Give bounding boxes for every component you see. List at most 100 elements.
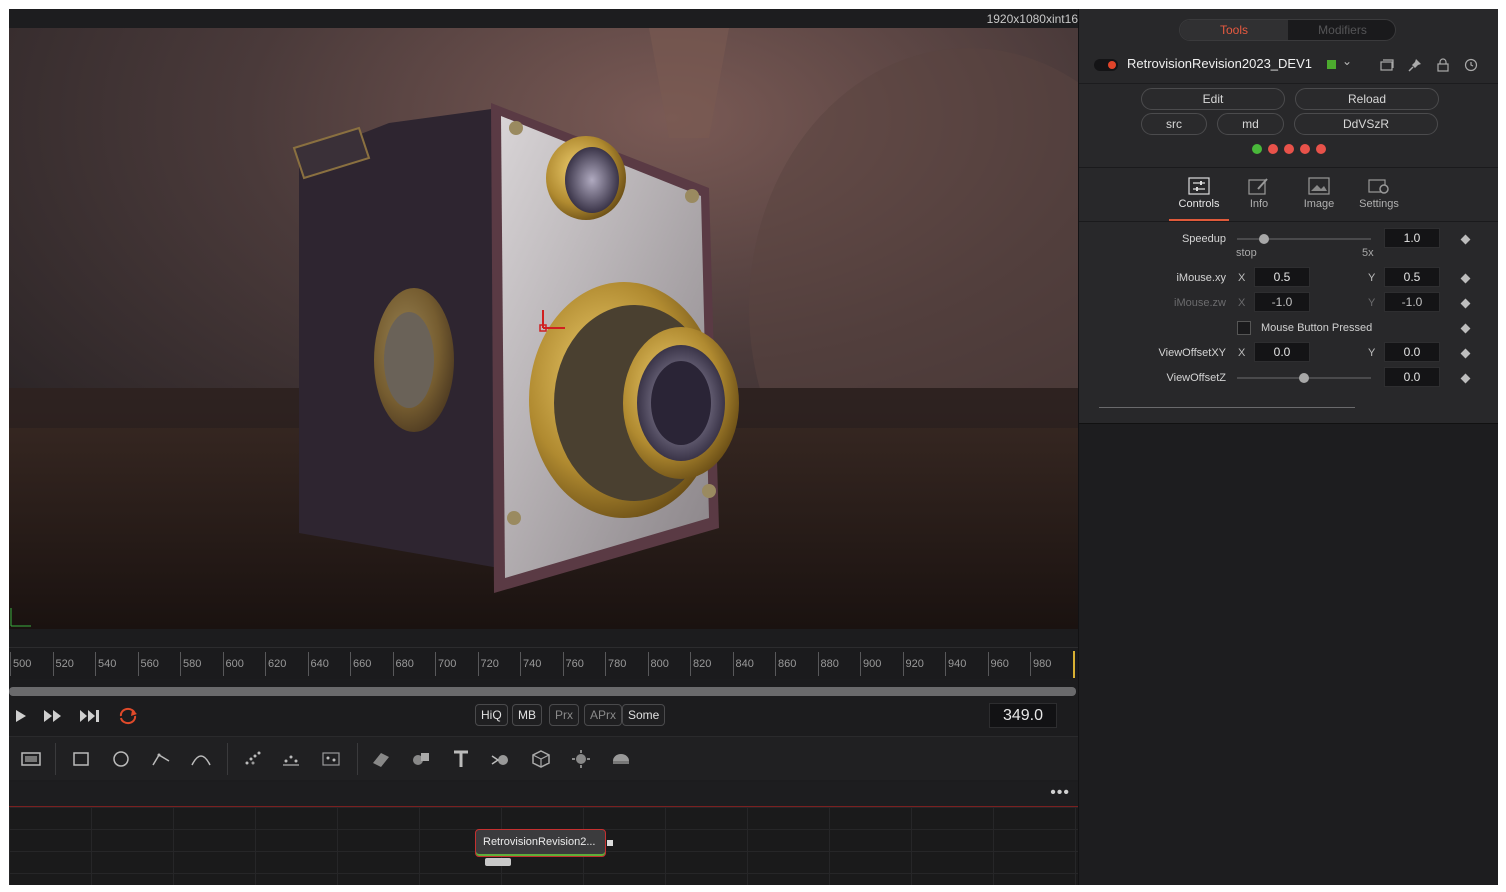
md-button[interactable]: md — [1217, 113, 1284, 135]
node-output-port[interactable] — [607, 840, 613, 846]
prx-button[interactable]: Prx — [549, 704, 579, 726]
info-edit-icon — [1248, 178, 1268, 195]
polygon-mask-icon[interactable] — [149, 747, 173, 771]
imouse-z-field[interactable]: -1.0 — [1254, 292, 1310, 312]
imouse-xy-label: iMouse.xy — [1176, 272, 1226, 284]
bspline-mask-icon[interactable] — [189, 747, 213, 771]
divider — [1099, 407, 1355, 408]
node-label: RetrovisionRevision2... — [483, 836, 596, 848]
view-offset-z-slider-handle[interactable] — [1299, 373, 1309, 383]
status-dot — [1268, 144, 1278, 154]
view-offset-y-field[interactable]: 0.0 — [1384, 342, 1440, 362]
tab-label: Controls — [1178, 198, 1220, 210]
tool-header: RetrovisionRevision2023_DEV1 ⌄ — [1079, 51, 1498, 81]
ruler-tick-label: 940 — [945, 652, 966, 676]
playhead[interactable] — [1073, 651, 1075, 678]
speedup-slider-handle[interactable] — [1258, 234, 1269, 244]
spotlight-icon[interactable] — [569, 747, 593, 771]
tool-color-swatch[interactable] — [1327, 60, 1336, 69]
ruler-tick-label: 660 — [350, 652, 371, 676]
edit-button[interactable]: Edit — [1141, 88, 1285, 110]
imouse-y-field[interactable]: 0.5 — [1384, 267, 1440, 287]
resolution-label: 1920x1080xint16 — [986, 12, 1078, 26]
ruler-tick-label: 520 — [52, 652, 74, 676]
particle-style-icon[interactable] — [319, 747, 343, 771]
keyframe-diamond-icon[interactable] — [1460, 323, 1471, 334]
mouse-button-checkbox[interactable] — [1237, 321, 1251, 335]
time-ruler[interactable]: 500 520 540 560 580 600 620 640 660 680 700 720 740 7… — [9, 647, 1078, 679]
ellipse-mask-icon[interactable] — [109, 747, 133, 771]
ruler-tick-label: 980 — [1030, 652, 1051, 676]
imouse-zw-label: iMouse.zw — [1174, 297, 1226, 309]
timeline-scrubber[interactable] — [9, 687, 1076, 696]
ruler-tick-label: 640 — [307, 652, 329, 676]
image-plane-3d-icon[interactable] — [369, 747, 393, 771]
imouse-w-field[interactable]: -1.0 — [1384, 292, 1440, 312]
speedup-field[interactable]: 1.0 — [1384, 228, 1440, 248]
fast-forward-icon[interactable] — [43, 709, 63, 723]
flow-node-editor[interactable]: RetrovisionRevision2... — [9, 807, 1078, 885]
text-3d-icon[interactable] — [449, 747, 473, 771]
loop-icon[interactable] — [117, 707, 139, 725]
reset-icon[interactable] — [1463, 57, 1479, 73]
node-input-ports[interactable] — [485, 858, 511, 866]
keyframe-diamond-icon[interactable] — [1460, 373, 1471, 384]
view-offset-z-field[interactable]: 0.0 — [1384, 367, 1440, 387]
ruler-tick-label: 880 — [817, 652, 839, 676]
flow-header: ••• — [9, 782, 1078, 807]
some-button[interactable]: Some — [622, 704, 666, 726]
tab-image[interactable]: Image — [1289, 177, 1349, 221]
tab-tools[interactable]: Tools — [1180, 20, 1288, 40]
toolbar-divider — [227, 743, 228, 775]
more-options-button[interactable]: ••• — [1050, 784, 1070, 802]
mb-button[interactable]: MB — [512, 704, 542, 726]
current-frame-field[interactable]: 349.0 — [989, 703, 1057, 728]
y-label: Y — [1368, 297, 1376, 309]
imouse-x-field[interactable]: 0.5 — [1254, 267, 1310, 287]
version-icon[interactable] — [1379, 57, 1395, 73]
rendered-camera-image[interactable] — [9, 28, 1078, 629]
particle-emitter-icon[interactable] — [241, 747, 265, 771]
keyframe-diamond-icon[interactable] — [1460, 298, 1471, 309]
keyframe-diamond-icon[interactable] — [1460, 234, 1471, 245]
ruler-tick-label: 740 — [520, 652, 541, 676]
tool-name: RetrovisionRevision2023_DEV1 — [1127, 56, 1312, 71]
tab-info[interactable]: Info — [1229, 177, 1289, 221]
speedup-slider[interactable] — [1237, 238, 1371, 240]
camera-3d-icon[interactable] — [609, 747, 633, 771]
shape-3d-icon[interactable] — [529, 747, 553, 771]
viewer[interactable]: 1920x1080xint16 — [9, 9, 1078, 629]
keyframe-diamond-icon[interactable] — [1460, 273, 1471, 284]
tab-controls[interactable]: Controls — [1169, 177, 1229, 221]
inspector-panel: Tools Modifiers RetrovisionRevision2023_… — [1078, 9, 1498, 885]
pin-icon[interactable] — [1407, 57, 1423, 73]
ruler-tick-label: 620 — [265, 652, 286, 676]
ruler-tick-label: 600 — [222, 652, 244, 676]
tab-settings[interactable]: Settings — [1349, 177, 1409, 221]
ruler-tick-label: 700 — [435, 652, 456, 676]
renderer-3d-icon[interactable] — [489, 747, 513, 771]
background-tool-icon[interactable] — [19, 747, 43, 771]
aprx-button[interactable]: APrx — [584, 704, 623, 726]
reload-button[interactable]: Reload — [1295, 88, 1439, 110]
lock-icon[interactable] — [1435, 57, 1451, 73]
play-icon[interactable] — [15, 709, 27, 723]
tab-label: Image — [1303, 198, 1335, 210]
skip-to-end-icon[interactable] — [79, 709, 101, 723]
merge-3d-icon[interactable] — [409, 747, 433, 771]
ruler-tick-label: 960 — [987, 652, 1009, 676]
chevron-down-icon[interactable]: ⌄ — [1342, 54, 1352, 68]
particle-render-icon[interactable] — [279, 747, 303, 771]
tab-modifiers[interactable]: Modifiers — [1288, 20, 1395, 40]
src-button[interactable]: src — [1141, 113, 1207, 135]
hiq-button[interactable]: HiQ — [475, 704, 508, 726]
rectangle-mask-icon[interactable] — [69, 747, 93, 771]
tool-enable-toggle[interactable] — [1094, 59, 1118, 71]
ruler-tick-label: 860 — [775, 652, 796, 676]
tool-node[interactable]: RetrovisionRevision2... — [475, 829, 606, 857]
dvszr-button[interactable]: DdVSzR — [1294, 113, 1438, 135]
keyframe-diamond-icon[interactable] — [1460, 348, 1471, 359]
view-offset-x-field[interactable]: 0.0 — [1254, 342, 1310, 362]
ruler-tick-label: 900 — [860, 652, 881, 676]
ruler-tick-label: 500 — [10, 652, 31, 676]
